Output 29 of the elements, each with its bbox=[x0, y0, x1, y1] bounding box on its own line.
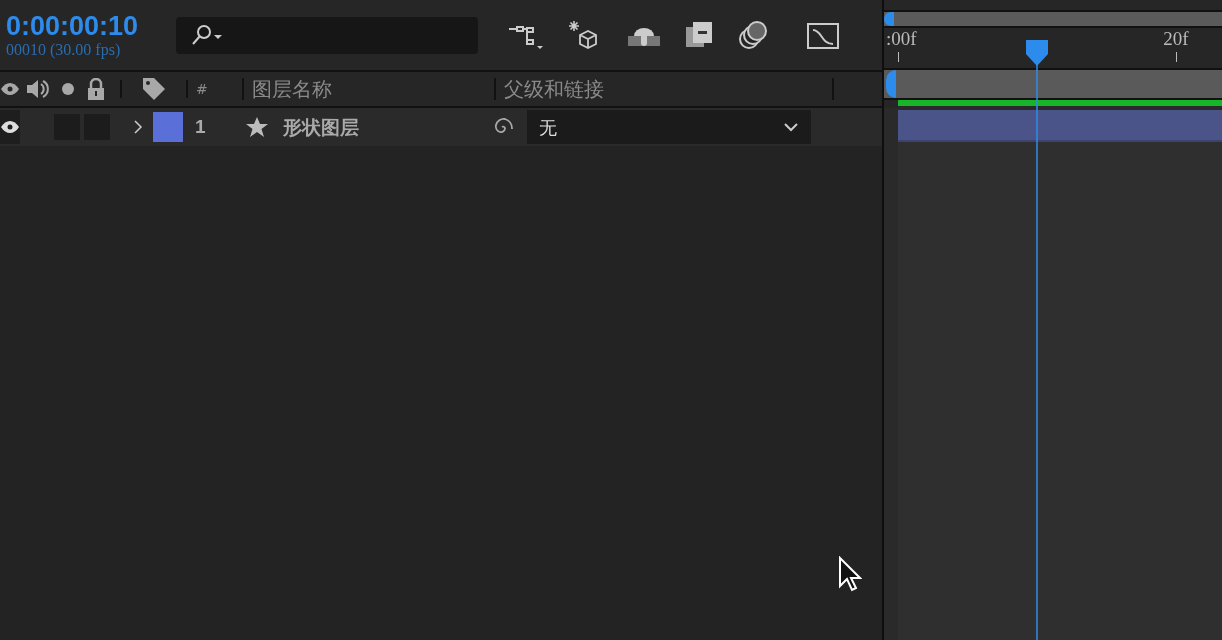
time-navigator-bar[interactable] bbox=[884, 68, 1222, 100]
chevron-down-icon[interactable] bbox=[783, 122, 799, 132]
mouse-cursor-icon bbox=[838, 556, 862, 592]
layer-row[interactable]: 1 形状图层 无 bbox=[0, 108, 882, 146]
number-column-header: # bbox=[195, 79, 209, 99]
ruler-label: :00f bbox=[886, 28, 918, 50]
search-field[interactable] bbox=[176, 16, 478, 54]
speaker-icon[interactable] bbox=[26, 78, 50, 100]
frame-info: 00010 (30.00 fps) bbox=[6, 41, 122, 59]
eye-icon[interactable] bbox=[0, 120, 20, 134]
layer-number: 1 bbox=[195, 114, 207, 139]
parent-column-header[interactable]: 父级和链接 bbox=[496, 74, 832, 104]
label-color-swatch[interactable] bbox=[153, 112, 183, 142]
chevron-icon[interactable] bbox=[132, 119, 144, 135]
solo-dot-icon[interactable] bbox=[60, 81, 76, 97]
graph-editor-icon[interactable] bbox=[806, 20, 840, 50]
work-area-bar[interactable] bbox=[884, 10, 1222, 28]
film-strip-icon[interactable] bbox=[684, 21, 714, 49]
star-icon[interactable] bbox=[245, 116, 269, 138]
layer-name[interactable]: 形状图层 bbox=[283, 112, 483, 142]
timecode[interactable]: 0:00:00:10 bbox=[6, 11, 176, 41]
label-tag-icon[interactable] bbox=[141, 76, 167, 102]
ruler-label: 20f bbox=[1163, 28, 1189, 50]
parent-dropdown[interactable]: 无 bbox=[527, 110, 811, 144]
playhead[interactable] bbox=[1025, 40, 1049, 640]
lock-icon[interactable] bbox=[86, 78, 106, 100]
eye-icon[interactable] bbox=[0, 82, 20, 96]
stacked-circles-icon[interactable] bbox=[738, 20, 770, 50]
layer-name-column-header[interactable]: 图层名称 bbox=[244, 74, 494, 104]
